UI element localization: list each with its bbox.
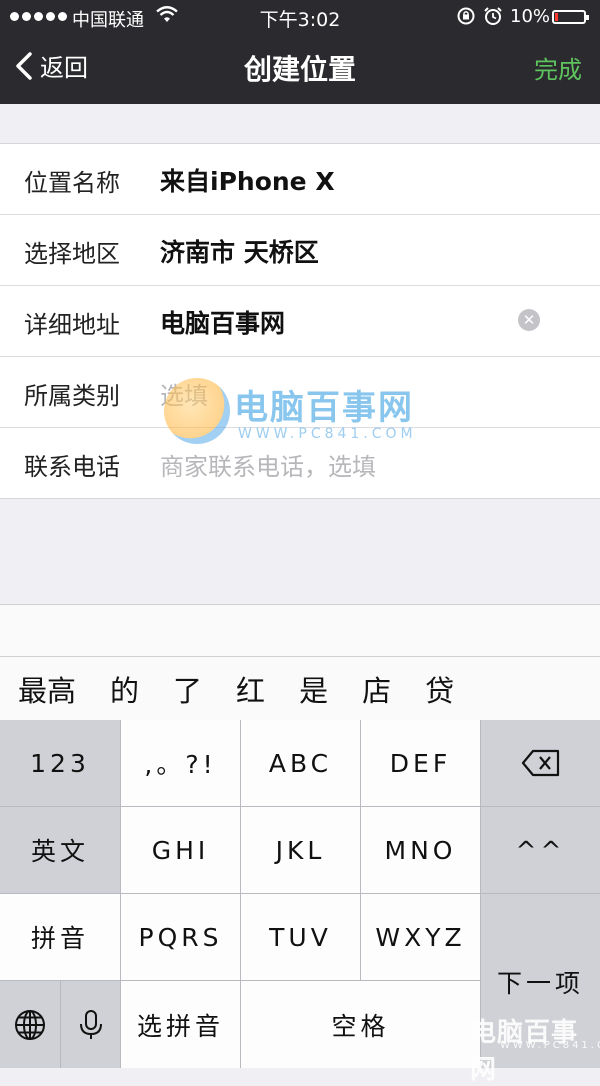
globe-icon <box>15 1009 45 1040</box>
battery-percent: 10% <box>510 6 551 27</box>
done-button[interactable]: 完成 <box>534 50 582 85</box>
key-english[interactable]: 英文 <box>0 807 121 894</box>
input-accessory-bar <box>0 604 600 657</box>
key-pinyin[interactable]: 拼音 <box>0 894 121 981</box>
clear-icon[interactable]: ✕ <box>518 309 540 331</box>
key-ghi[interactable]: GHI <box>121 807 241 894</box>
candidate-word[interactable]: 的 <box>110 668 139 710</box>
candidate-word[interactable]: 贷 <box>425 668 454 710</box>
microphone-icon <box>79 1009 102 1039</box>
watermark-corner-url: WWW.PC841.COM <box>500 1040 600 1051</box>
address-field[interactable]: 电脑百事网 <box>160 304 285 340</box>
address-label: 详细地址 <box>24 311 120 339</box>
alarm-icon <box>483 6 503 31</box>
watermark-logo-icon <box>164 378 230 444</box>
key-mno[interactable]: MNO <box>361 807 481 894</box>
key-abc[interactable]: ABC <box>241 720 361 807</box>
watermark-text: 电脑百事网 <box>234 388 414 428</box>
backspace-key[interactable] <box>481 720 600 807</box>
phone-label: 联系电话 <box>24 453 120 481</box>
key-jkl[interactable]: JKL <box>241 807 361 894</box>
rotation-lock-icon <box>456 6 476 31</box>
backspace-icon <box>521 749 559 777</box>
key-tuv[interactable]: TUV <box>241 894 361 981</box>
category-label: 所属类别 <box>24 382 120 410</box>
select-pinyin-key[interactable]: 选拼音 <box>121 981 241 1068</box>
candidate-word[interactable]: 红 <box>236 668 265 710</box>
name-row[interactable]: 位置名称 来自iPhone X <box>0 144 600 215</box>
candidate-word[interactable]: 是 <box>299 668 328 710</box>
candidate-word[interactable]: 店 <box>362 668 391 710</box>
watermark-url: WWW.PC841.COM <box>238 426 417 442</box>
page-title: 创建位置 <box>243 53 356 86</box>
phone-field[interactable]: 商家联系电话，选填 <box>160 447 376 482</box>
key-def[interactable]: DEF <box>361 720 481 807</box>
key-emoticon[interactable]: ^^ <box>481 807 600 894</box>
watermark: 电脑百事网 WWW.PC841.COM <box>164 378 434 448</box>
status-bar: 中国联通 下午3:02 10% <box>0 0 600 34</box>
region-label: 选择地区 <box>24 240 120 268</box>
name-label: 位置名称 <box>24 169 120 197</box>
top-bar: 中国联通 下午3:02 10% 返回 创建位置 完成 <box>0 0 600 104</box>
candidate-bar: 最高 的 了 红 是 店 贷 <box>0 656 600 721</box>
key-pqrs[interactable]: PQRS <box>121 894 241 981</box>
candidate-word[interactable]: 了 <box>173 668 202 710</box>
navigation-bar: 返回 创建位置 完成 <box>0 34 600 104</box>
candidate-word[interactable]: 最高 <box>18 668 76 710</box>
name-field[interactable]: 来自iPhone X <box>160 162 335 198</box>
region-field[interactable]: 济南市 天桥区 <box>160 233 319 269</box>
key-wxyz[interactable]: WXYZ <box>361 894 481 981</box>
globe-key[interactable] <box>0 981 61 1068</box>
address-row[interactable]: 详细地址 电脑百事网 ✕ <box>0 286 600 357</box>
screen: 中国联通 下午3:02 10% 返回 创建位置 完成 位置名称 来自iPhone… <box>0 0 600 1085</box>
key-punctuation[interactable]: ,。?! <box>121 720 241 807</box>
microphone-key[interactable] <box>61 981 121 1068</box>
region-row[interactable]: 选择地区 济南市 天桥区 <box>0 215 600 286</box>
battery-icon <box>552 10 589 24</box>
key-123[interactable]: 123 <box>0 720 121 807</box>
space-key[interactable]: 空格 <box>241 981 481 1068</box>
